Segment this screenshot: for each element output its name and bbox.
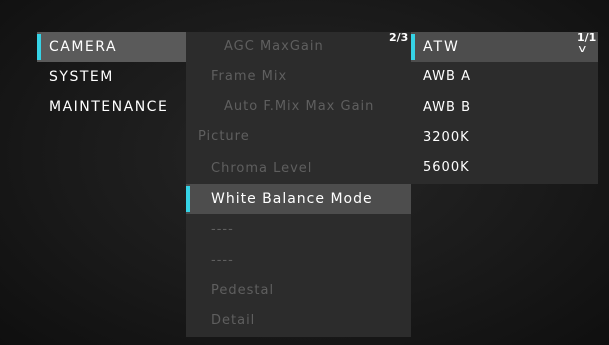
- submenu-item-auto-fmix-max-gain[interactable]: Auto F.Mix Max Gain: [186, 92, 411, 122]
- submenu-item-white-balance-mode[interactable]: White Balance Mode: [186, 184, 411, 214]
- menu-item-camera[interactable]: CAMERA: [37, 32, 187, 62]
- submenu-item-picture[interactable]: Picture: [186, 122, 411, 152]
- submenu-item-blank-1[interactable]: ----: [186, 215, 411, 245]
- submenu-page-indicator: 2/3: [389, 31, 409, 44]
- submenu-item-chroma-level[interactable]: Chroma Level: [186, 154, 411, 184]
- option-5600k[interactable]: 5600K: [411, 153, 598, 183]
- osd-screen: CAMERA SYSTEM MAINTENANCE AGC MaxGain Fr…: [0, 0, 609, 345]
- menu-item-maintenance[interactable]: MAINTENANCE: [37, 92, 187, 122]
- menu-item-system[interactable]: SYSTEM: [37, 62, 187, 92]
- submenu-item-detail[interactable]: Detail: [186, 306, 411, 336]
- submenu-item-frame-mix[interactable]: Frame Mix: [186, 62, 411, 92]
- option-awb-b[interactable]: AWB B: [411, 93, 598, 123]
- submenu-item-pedestal[interactable]: Pedestal: [186, 276, 411, 306]
- submenu-item-agc-maxgain[interactable]: AGC MaxGain: [186, 32, 411, 62]
- scroll-down-icon: v: [578, 42, 587, 55]
- option-atw[interactable]: ATW: [411, 32, 598, 62]
- option-awb-a[interactable]: AWB A: [411, 62, 598, 92]
- camera-submenu-panel: AGC MaxGain Frame Mix Auto F.Mix Max Gai…: [186, 32, 411, 337]
- option-3200k[interactable]: 3200K: [411, 123, 598, 153]
- main-menu: CAMERA SYSTEM MAINTENANCE: [37, 32, 187, 122]
- white-balance-options-panel: ATW AWB A AWB B 3200K 5600K: [411, 32, 598, 184]
- submenu-item-blank-2[interactable]: ----: [186, 246, 411, 276]
